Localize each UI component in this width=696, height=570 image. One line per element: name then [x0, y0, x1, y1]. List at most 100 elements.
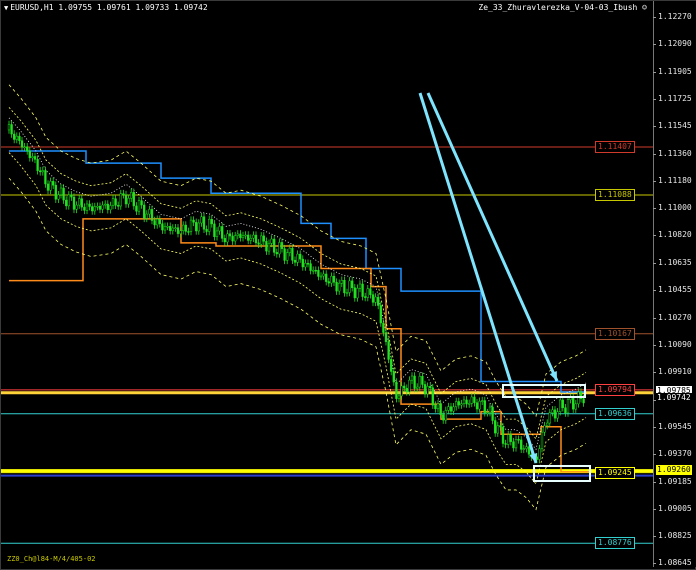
candle-body	[254, 234, 258, 244]
candle-body	[124, 194, 128, 205]
candle-body	[348, 280, 351, 293]
candle-body	[150, 209, 154, 221]
chart-window[interactable]: ▼ EURUSD,H1 1.09755 1.09761 1.09733 1.097…	[0, 0, 696, 570]
candle-body	[88, 203, 91, 207]
candle-body	[111, 198, 115, 206]
candle-body	[520, 439, 523, 450]
candle-body	[538, 448, 541, 460]
candle-body	[478, 401, 481, 410]
axis-tick: 1.08645	[653, 558, 692, 567]
candle-body	[67, 194, 70, 207]
candle-body	[49, 181, 52, 191]
candle-body	[200, 216, 203, 224]
symbol-header: ▼ EURUSD,H1 1.09755 1.09761 1.09733 1.097…	[4, 3, 208, 12]
candle-body	[353, 287, 356, 299]
candle-body	[356, 288, 359, 299]
candle-body	[239, 233, 242, 238]
candle-body	[499, 425, 502, 428]
candle-body	[179, 230, 182, 234]
candle-body	[429, 386, 432, 389]
candle-body	[470, 396, 473, 404]
candle-body	[416, 386, 419, 389]
axis-tick: 1.09545	[653, 422, 692, 432]
candle-body	[26, 146, 29, 152]
candle-body	[46, 183, 50, 191]
candle-body	[546, 422, 549, 426]
candle-body	[322, 273, 325, 277]
candle-body	[249, 237, 252, 241]
candle-body	[208, 219, 211, 232]
candle-body	[553, 409, 557, 419]
candle-body	[260, 235, 263, 245]
candle-body	[161, 223, 164, 231]
axis-tick: 1.12090	[653, 39, 692, 49]
candle-body	[148, 209, 151, 215]
candle-body	[104, 203, 107, 206]
candle-body	[343, 280, 346, 294]
candle-body	[127, 198, 130, 205]
upper-band-inner	[8, 107, 587, 440]
trend-arrow[interactable]	[426, 92, 559, 382]
candle-body	[85, 203, 89, 211]
candle-body	[158, 219, 161, 225]
candle-body	[33, 156, 37, 160]
candle-body	[280, 242, 284, 249]
candle-body	[418, 376, 421, 388]
candle-body	[366, 288, 369, 298]
candle-body	[267, 243, 271, 252]
candle-body	[434, 404, 437, 410]
candle-body	[488, 406, 492, 413]
candle-body	[561, 399, 564, 409]
axis-tick: 1.09005	[653, 503, 692, 513]
candle-body	[223, 238, 226, 243]
candle-body	[247, 234, 250, 241]
candle-body	[572, 397, 575, 410]
candle-body	[36, 159, 39, 171]
candle-body	[559, 399, 562, 412]
candle-body	[299, 253, 302, 260]
candle-body	[358, 283, 362, 289]
candle-body	[403, 385, 406, 389]
footer-note: ZZ0_Ch@l84-M/4/405-02	[7, 555, 96, 563]
candle-body	[390, 359, 393, 372]
candle-body	[65, 199, 68, 207]
price-axis[interactable]: 1.12270 1.12090 1.11905 1.11725 1.11545 1.113…	[653, 1, 696, 567]
axis-tick: 1.10635	[653, 258, 692, 268]
candle-body	[98, 205, 102, 210]
candle-body	[494, 420, 497, 434]
candle-body	[44, 170, 47, 185]
candle-body	[15, 135, 18, 140]
candle-body	[444, 410, 447, 421]
candle-body	[13, 133, 16, 140]
candle-body	[387, 341, 390, 360]
axis-tick: 1.11725	[653, 94, 692, 104]
candle-body	[439, 403, 442, 415]
candle-body	[265, 241, 268, 252]
candle-body	[166, 226, 169, 228]
candle-body	[218, 226, 221, 232]
candle-body	[309, 263, 312, 271]
candle-body	[468, 403, 471, 405]
candle-body	[369, 288, 372, 295]
axis-tick: 1.10820	[653, 230, 692, 240]
axis-price-badge: 1.09742	[656, 392, 692, 403]
price-chart[interactable]	[1, 1, 653, 567]
candle-body	[202, 216, 206, 230]
target-box-lower[interactable]	[533, 465, 591, 482]
candle-body	[504, 443, 507, 445]
symbol-ohlc: EURUSD,H1 1.09755 1.09761 1.09733 1.0974…	[10, 3, 208, 12]
candle-body	[78, 198, 81, 206]
candle-body	[442, 414, 445, 421]
candle-body	[460, 403, 463, 406]
candle-body	[153, 220, 156, 226]
candle-body	[156, 219, 159, 226]
level-price-label: 1.11088	[595, 189, 635, 202]
dropdown-arrow-icon[interactable]: ▼	[4, 4, 8, 12]
candle-body	[143, 204, 146, 219]
candle-body	[306, 262, 310, 265]
candle-body	[293, 260, 297, 263]
candle-body	[80, 198, 83, 208]
candle-body	[75, 204, 78, 210]
axis-tick: 1.11000	[653, 203, 692, 213]
candle-body	[312, 269, 315, 272]
